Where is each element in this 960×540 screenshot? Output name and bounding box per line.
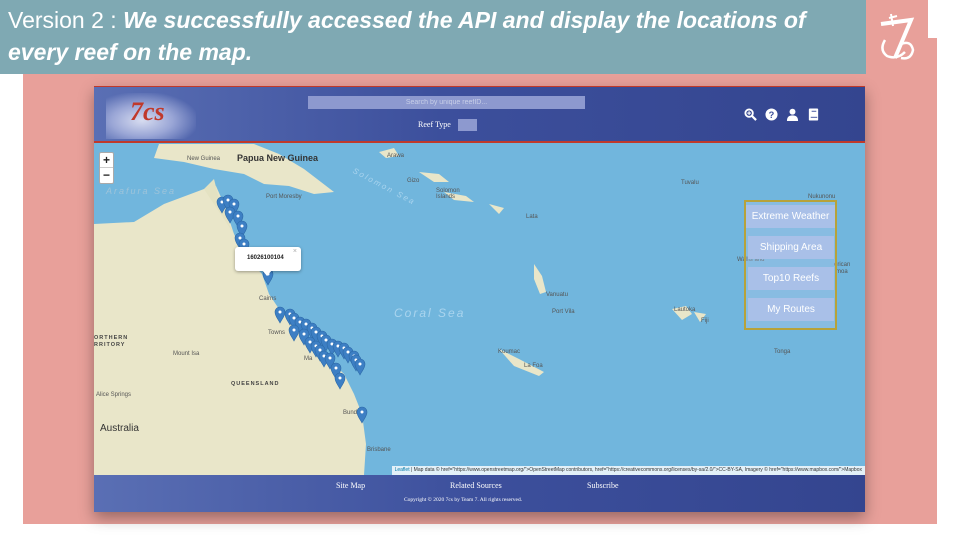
svg-text:?: ? <box>769 110 775 120</box>
reef-marker[interactable] <box>354 358 366 376</box>
header-logo[interactable]: 7cs <box>106 93 196 139</box>
reef-map[interactable]: New Guinea Papua New Guinea Port Moresby… <box>94 144 865 475</box>
popup-close-button[interactable]: × <box>293 248 297 255</box>
reef-type-select[interactable] <box>458 119 477 131</box>
copyright-text: Copyright © 2020 7cs by Team 7. All righ… <box>404 497 523 503</box>
app-header: 7cs Reef Type ? <box>94 86 865 143</box>
site-map-link[interactable]: Site Map <box>336 481 365 490</box>
title-line-1: Version 2 : We successfully accessed the… <box>8 4 858 36</box>
book-icon[interactable] <box>807 108 820 121</box>
user-icon[interactable] <box>786 108 799 121</box>
help-icon[interactable]: ? <box>765 108 778 121</box>
subscribe-link[interactable]: Subscribe <box>587 481 619 490</box>
reef-marker[interactable] <box>274 306 286 324</box>
extreme-weather-button[interactable]: Extreme Weather <box>746 205 835 228</box>
my-routes-button[interactable]: My Routes <box>748 298 834 321</box>
title-banner: Version 2 : We successfully accessed the… <box>0 0 866 74</box>
title-emphasis-1: We successfully accessed the API and dis… <box>123 7 806 33</box>
zoom-out-button[interactable]: − <box>100 168 113 183</box>
reef-marker[interactable] <box>288 324 300 342</box>
map-overlay-menu: Extreme Weather Shipping Area Top10 Reef… <box>744 200 837 330</box>
reef-marker[interactable] <box>356 406 368 424</box>
related-sources-link[interactable]: Related Sources <box>450 481 502 490</box>
slide-logo <box>866 0 928 80</box>
reef-marker[interactable] <box>334 372 346 390</box>
top10-reefs-button[interactable]: Top10 Reefs <box>748 267 834 290</box>
map-attribution: Leaflet | Map data © href="https://www.o… <box>391 466 865 475</box>
popup-reef-id: 16026100104 <box>247 255 284 261</box>
leaflet-link[interactable]: Leaflet <box>395 467 410 473</box>
slide: Version 2 : We successfully accessed the… <box>0 0 960 540</box>
header-logo-mark: 7cs <box>130 97 165 126</box>
app-footer: Site Map Related Sources Subscribe Copyr… <box>94 475 865 512</box>
attribution-text: | Map data © href="https://www.openstree… <box>409 467 862 473</box>
title-emphasis-2: every reef on the map. <box>8 39 253 65</box>
zoom-control: + − <box>99 152 114 184</box>
seven-cs-logo-icon <box>880 13 915 60</box>
zoom-search-icon[interactable] <box>744 108 757 121</box>
reef-popup: 16026100104 × <box>235 247 301 271</box>
reef-type-label: Reef Type <box>418 120 451 129</box>
title-prefix: Version 2 : <box>8 7 124 33</box>
shipping-area-button[interactable]: Shipping Area <box>748 236 834 259</box>
reef-search-input[interactable] <box>308 96 585 109</box>
title-line-2: every reef on the map. <box>8 36 858 68</box>
header-icons: ? <box>744 108 820 121</box>
app-screenshot: 7cs Reef Type ? <box>94 86 865 512</box>
popup-tip <box>262 270 272 276</box>
zoom-in-button[interactable]: + <box>100 153 113 168</box>
